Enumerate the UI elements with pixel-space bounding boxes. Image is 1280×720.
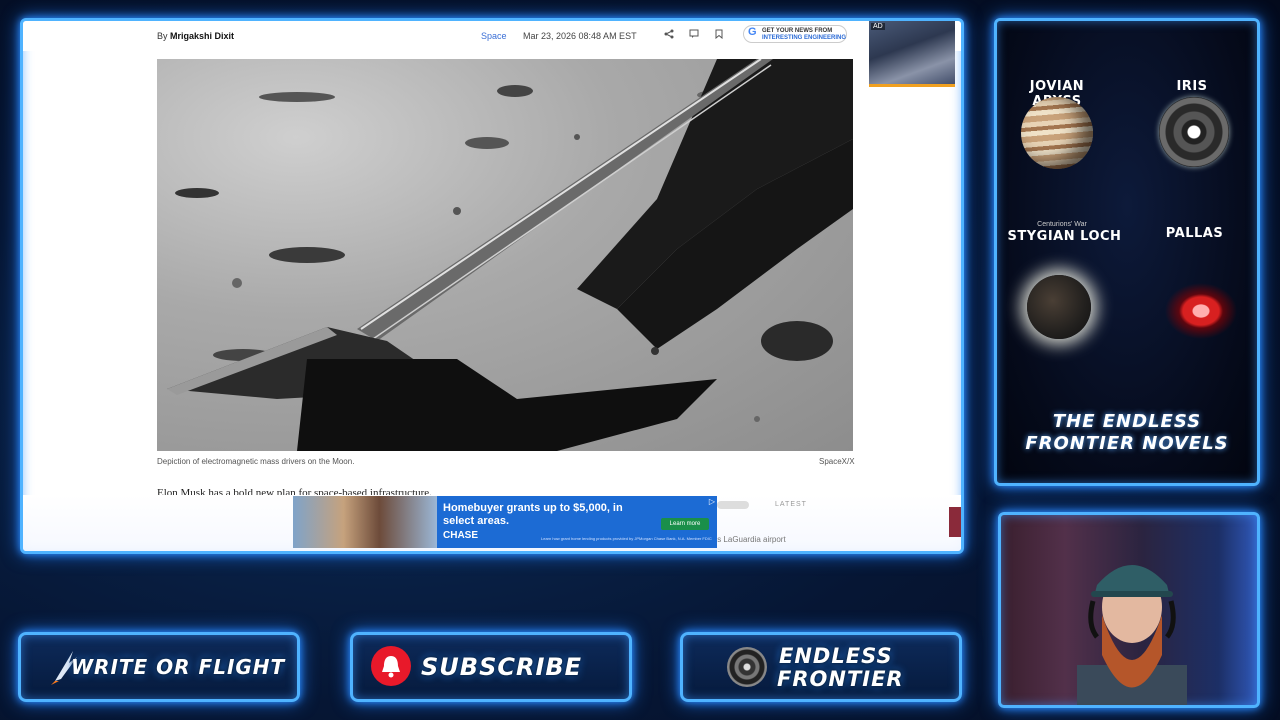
google-news-badge[interactable]: G GET YOUR NEWS FROM INTERESTING ENGINEE… <box>743 25 847 43</box>
streamer-figure <box>1077 565 1187 705</box>
frontier-emblem-icon <box>727 647 767 687</box>
ad-photo <box>293 496 437 548</box>
write-or-flight-button[interactable]: WRITE OR FLIGHT <box>18 632 300 702</box>
latest-article-link[interactable]: rk's LaGuardia airport <box>709 535 786 544</box>
article-header: By Mrigakshi Dixit Space Mar 23, 2026 08… <box>23 21 961 51</box>
image-caption: Depiction of electromagnetic mass driver… <box>157 457 355 466</box>
footer-line2: FRONTIER NOVELS <box>1025 433 1229 454</box>
ad-label: AD <box>871 23 885 30</box>
book-title-pallas: PALLAS <box>1165 226 1224 241</box>
byline: By Mrigakshi Dixit <box>157 31 235 41</box>
endless-frontier-button[interactable]: ENDLESS FRONTIER <box>680 632 962 702</box>
subscribe-label: SUBSCRIBE <box>421 653 583 681</box>
image-credit: SpaceX/X <box>819 457 855 466</box>
ad-headline: Homebuyer grants up to $5,000, in select… <box>443 502 623 527</box>
article-hero-image <box>157 59 853 451</box>
ad-fine-print: Learn how grant home lending products pr… <box>541 536 712 541</box>
video-ad-thumbnail[interactable] <box>869 21 955 87</box>
ad-progress-bar <box>869 84 955 87</box>
banner-ad[interactable]: Homebuyer grants up to $5,000, in select… <box>293 496 717 548</box>
book-title-stygian-loch: STYGIAN LOCH <box>1007 229 1122 244</box>
badge-line2: INTERESTING ENGINEERING <box>762 35 847 41</box>
book-series-centurions-war: Centurions' War <box>1037 221 1087 228</box>
eclipse-planet-icon <box>1027 275 1091 339</box>
google-icon: G <box>748 26 757 38</box>
side-thumbnail[interactable] <box>949 507 961 537</box>
webcam-feed <box>998 512 1260 708</box>
book-title-iris: IRIS <box>1176 79 1208 94</box>
share-icon[interactable] <box>663 29 675 41</box>
iris-station-icon <box>1159 97 1229 167</box>
bell-icon <box>371 646 411 686</box>
write-or-flight-label: WRITE OR FLIGHT <box>71 655 286 679</box>
chase-logo: CHASE <box>443 530 479 541</box>
frontier-label-line1: ENDLESS <box>779 644 893 668</box>
pallas-ship-icon <box>1165 283 1237 339</box>
latest-label: LATEST <box>775 501 807 508</box>
jupiter-planet-icon <box>1021 97 1093 169</box>
publish-date: Mar 23, 2026 08:48 AM EST <box>523 31 637 41</box>
lunar-surface-illustration <box>167 59 853 451</box>
bookmark-icon[interactable] <box>713 29 725 41</box>
frontier-label-line2: FRONTIER <box>777 667 904 691</box>
badge-line1: GET YOUR NEWS FROM <box>762 28 833 34</box>
browser-window: By Mrigakshi Dixit Space Mar 23, 2026 08… <box>20 18 964 554</box>
comment-icon[interactable] <box>688 29 700 41</box>
novels-panel: JOVIAN ABYSS IRIS Centurions' War STYGIA… <box>994 18 1260 486</box>
subscribe-button[interactable]: SUBSCRIBE <box>350 632 632 702</box>
author-link[interactable]: Mrigakshi Dixit <box>170 31 234 41</box>
footer-line1: THE ENDLESS <box>1052 411 1202 432</box>
ad-cta-button[interactable]: Learn more <box>661 518 709 530</box>
novels-footer: THE ENDLESS FRONTIER NOVELS <box>997 411 1257 455</box>
carousel-indicator[interactable] <box>717 501 749 509</box>
ad-close-icon[interactable]: ▷ <box>709 497 715 506</box>
section-link[interactable]: Space <box>481 31 507 41</box>
